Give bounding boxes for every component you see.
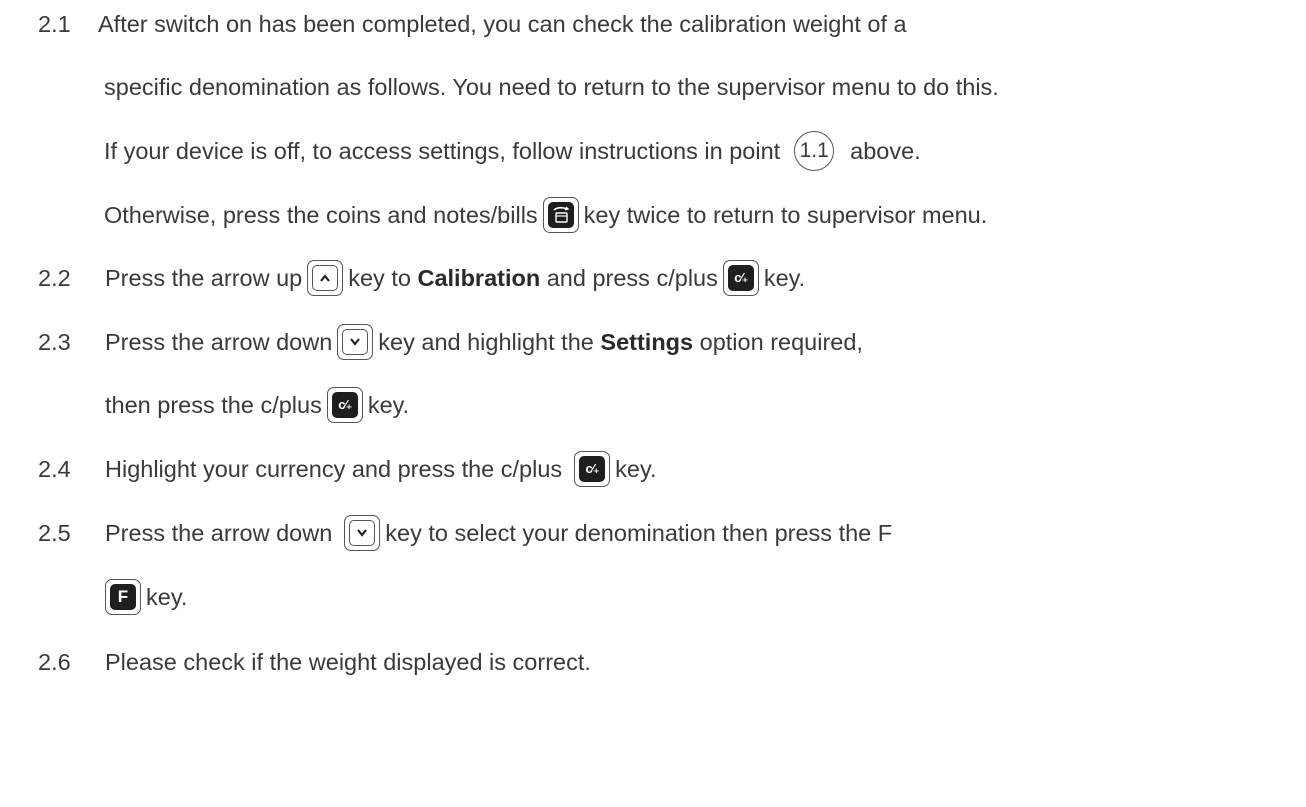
step-text: Fkey. — [100, 577, 187, 617]
c-plus-key-icon: c⁄₊ — [574, 450, 611, 487]
step-text: Please check if the weight displayed is … — [105, 649, 591, 675]
arrow-down-key-icon — [344, 514, 381, 551]
step-number: 2.6 — [38, 649, 71, 675]
arrow-up-key-icon — [307, 259, 344, 296]
step-text: Press the arrow down key and highlight t… — [105, 322, 863, 362]
step-number: 2.1 — [38, 11, 71, 37]
c-plus-key-icon: c⁄₊ — [326, 386, 363, 423]
step-text: Press the arrow up key to Calibration an… — [105, 258, 805, 298]
step-text: After switch on has been completed, you … — [98, 11, 907, 37]
step-number: 2.4 — [38, 456, 71, 482]
step-number: 2.5 — [38, 520, 71, 546]
c-plus-key-icon: c⁄₊ — [722, 259, 759, 296]
step-number: 2.2 — [38, 265, 71, 291]
step-text: then press the c/plus c⁄₊ key. — [105, 385, 409, 425]
step-number: 2.3 — [38, 329, 71, 355]
step-text: specific denomination as follows. You ne… — [104, 74, 999, 100]
reference-circle: 1.1 — [794, 130, 835, 171]
f-key-icon: F — [105, 578, 141, 615]
instruction-page: { "steps": [ { "num": "2.1", "lines": [ … — [0, 0, 1306, 807]
arrow-down-key-icon — [337, 323, 374, 360]
coins-notes-key-icon — [542, 196, 579, 233]
step-text: Highlight your currency and press the c/… — [105, 449, 657, 489]
step-text: If your device is off, to access setting… — [104, 130, 921, 173]
step-text: Otherwise, press the coins and notes/bil… — [104, 195, 987, 235]
step-text: Press the arrow down key to select your … — [105, 513, 892, 553]
